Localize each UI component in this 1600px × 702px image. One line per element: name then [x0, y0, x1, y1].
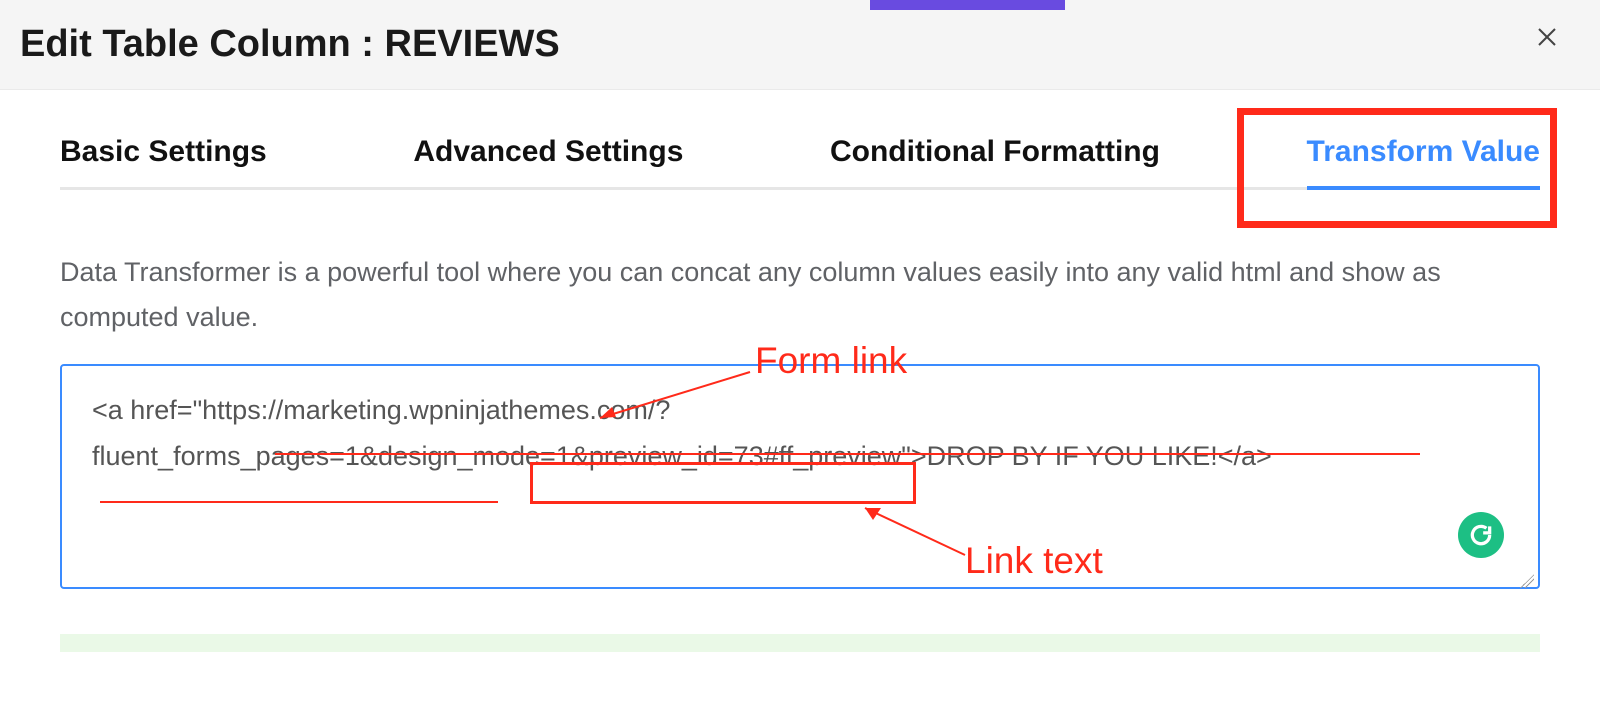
- tab-bar: Basic Settings Advanced Settings Conditi…: [60, 135, 1540, 190]
- footer-green-bar: [60, 634, 1540, 652]
- tab-conditional-formatting[interactable]: Conditional Formatting: [830, 135, 1160, 187]
- page-title: Edit Table Column : REVIEWS: [20, 23, 560, 66]
- description-text: Data Transformer is a powerful tool wher…: [60, 250, 1540, 339]
- tab-advanced-settings[interactable]: Advanced Settings: [413, 135, 683, 187]
- purple-accent-bar: [870, 0, 1065, 10]
- close-icon[interactable]: [1530, 20, 1564, 54]
- grammarly-icon[interactable]: [1458, 512, 1504, 558]
- transform-value-textarea[interactable]: [60, 364, 1540, 589]
- tab-transform-value[interactable]: Transform Value: [1307, 135, 1540, 187]
- tab-basic-settings[interactable]: Basic Settings: [60, 135, 267, 187]
- content-area: Basic Settings Advanced Settings Conditi…: [0, 135, 1600, 652]
- textarea-wrapper: [60, 364, 1540, 594]
- modal-header: Edit Table Column : REVIEWS: [0, 0, 1600, 90]
